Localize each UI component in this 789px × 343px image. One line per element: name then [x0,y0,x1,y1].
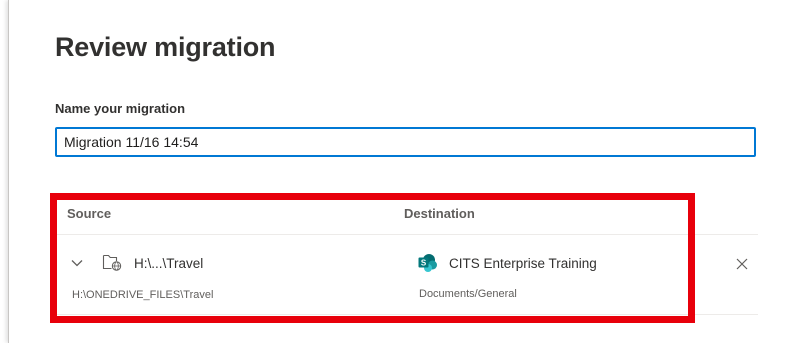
source-path: H:\...\Travel [134,256,204,271]
review-migration-panel: Review migration Name your migration Sou… [8,0,789,343]
row-divider [55,314,758,315]
network-folder-icon [102,253,122,271]
source-full-path: H:\ONEDRIVE_FILES\Travel [72,289,214,301]
destination-library: Documents/General [419,288,517,300]
destination-column-header: Destination [404,206,475,221]
sharepoint-icon: S [418,253,438,273]
chevron-down-icon[interactable] [69,255,85,271]
migration-name-input[interactable] [55,127,756,157]
migration-name-label: Name your migration [55,101,186,116]
page-title: Review migration [55,32,276,62]
header-divider [55,234,758,235]
destination-site: CITS Enterprise Training [449,256,597,271]
svg-text:S: S [421,259,427,268]
close-icon[interactable] [734,256,750,272]
source-column-header: Source [67,206,112,221]
